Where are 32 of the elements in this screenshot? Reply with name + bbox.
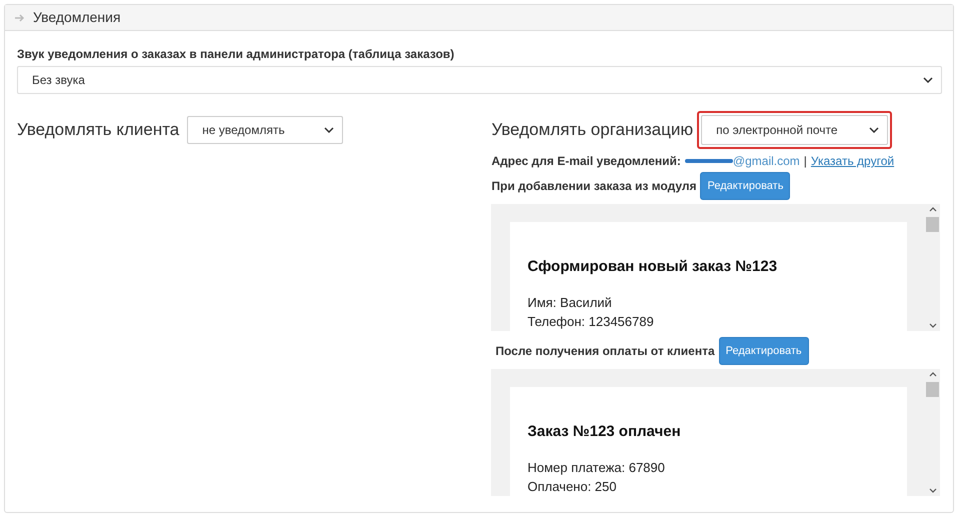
- scroll-thumb[interactable]: [926, 382, 940, 397]
- chevron-down-icon: [923, 77, 933, 83]
- scroll-down-icon[interactable]: [928, 488, 937, 493]
- field-label: Уведомлять клиента: [17, 119, 180, 142]
- scroll-down-icon[interactable]: [928, 323, 937, 328]
- email-line: Номер платежа: 67890: [527, 458, 666, 476]
- field-label: При добавлении заказа из модуля: [491, 178, 696, 195]
- dropdown[interactable]: не уведомлять: [187, 116, 344, 144]
- change-email-link[interactable]: Указать другой: [810, 152, 894, 170]
- email-heading: Заказ №123 оплачен: [527, 422, 682, 442]
- scroll-up-icon[interactable]: [928, 372, 937, 377]
- dropdown[interactable]: по электронной почте: [701, 115, 888, 145]
- scroll-up-icon[interactable]: [928, 207, 937, 212]
- email-heading: Сформирован новый заказ №123: [527, 257, 778, 277]
- email-address: @gmail.com: [732, 153, 800, 170]
- field-label: После получения оплаты от клиента: [495, 343, 715, 360]
- field-label: Уведомлять организацию: [491, 119, 694, 142]
- chevron-down-icon: [324, 127, 334, 133]
- email-line: Оплачено: 250: [527, 478, 618, 496]
- field-label: Адрес для E-mail уведомлений:: [491, 153, 681, 170]
- separator: |: [804, 153, 807, 170]
- arrow-right-icon: [15, 14, 25, 22]
- scroll-thumb[interactable]: [926, 217, 940, 232]
- email-line: Телефон: 123456789: [527, 312, 655, 330]
- scrollbar[interactable]: [925, 369, 940, 496]
- chevron-down-icon: [869, 127, 880, 133]
- email-line: Имя: Василий: [527, 294, 613, 312]
- scrollbar[interactable]: [925, 204, 940, 331]
- dropdown[interactable]: Без звука: [17, 66, 942, 94]
- field-label: Звук уведомления о заказах в панели администратора (таблица заказов): [17, 46, 456, 63]
- redaction-mark: [684, 159, 733, 163]
- section-title: Уведомления: [33, 8, 121, 27]
